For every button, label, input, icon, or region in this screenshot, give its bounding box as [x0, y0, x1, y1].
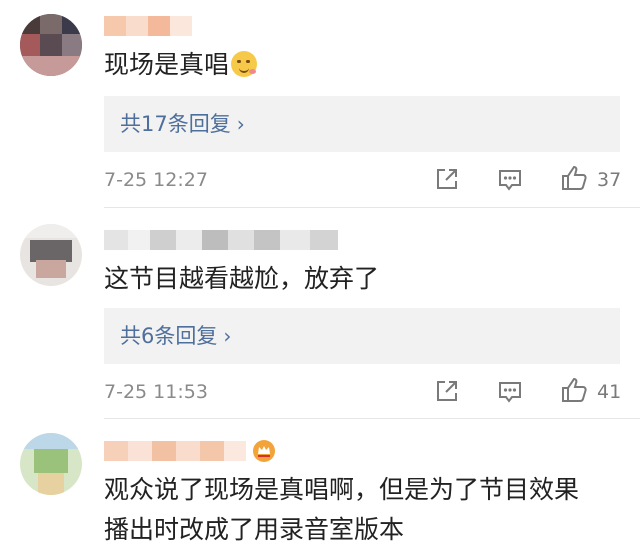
reply-box: 共17条回复 › — [104, 96, 620, 152]
comment-item: 这节目越看越尬，放弃了 共6条回复 › 7-25 11:53 41 — [0, 208, 640, 418]
reply-box: 共6条回复 › — [104, 308, 620, 364]
like-count: 41 — [597, 381, 622, 403]
comment-icon[interactable] — [497, 167, 523, 193]
avatar[interactable] — [20, 14, 82, 76]
view-replies-link[interactable]: 共17条回复 › — [120, 108, 245, 140]
drooling-face-icon — [231, 51, 258, 77]
comment-text-line-2: 播出时改成了用录音室版本 — [104, 515, 405, 544]
like-count: 37 — [597, 169, 622, 191]
timestamp: 7-25 11:53 — [104, 381, 208, 403]
share-icon[interactable] — [434, 166, 460, 192]
comment-text-line-1: 观众说了现场是真唱啊，但是为了节目效果 — [104, 475, 580, 504]
username-blurred[interactable] — [104, 230, 338, 250]
comment-text: 这节目越看越尬，放弃了 — [104, 264, 380, 293]
share-icon[interactable] — [434, 378, 460, 404]
avatar[interactable] — [20, 433, 82, 495]
comment-text: 现场是真唱 — [104, 48, 258, 82]
crown-badge-icon — [253, 440, 275, 462]
username-blurred[interactable] — [104, 16, 192, 36]
like-thumb-icon[interactable] — [560, 164, 588, 192]
view-replies-link[interactable]: 共6条回复 › — [120, 320, 231, 352]
like-thumb-icon[interactable] — [560, 376, 588, 404]
comment-icon[interactable] — [497, 379, 523, 405]
chevron-right-icon: › — [223, 324, 232, 348]
chevron-right-icon: › — [236, 112, 245, 136]
comment-item: 观众说了现场是真唱啊，但是为了节目效果 播出时改成了用录音室版本 — [0, 419, 640, 544]
avatar[interactable] — [20, 224, 82, 286]
comment-item: 现场是真唱 共17条回复 › 7-25 12:27 37 — [0, 0, 640, 208]
username-blurred[interactable] — [104, 441, 246, 461]
timestamp: 7-25 12:27 — [104, 169, 208, 191]
